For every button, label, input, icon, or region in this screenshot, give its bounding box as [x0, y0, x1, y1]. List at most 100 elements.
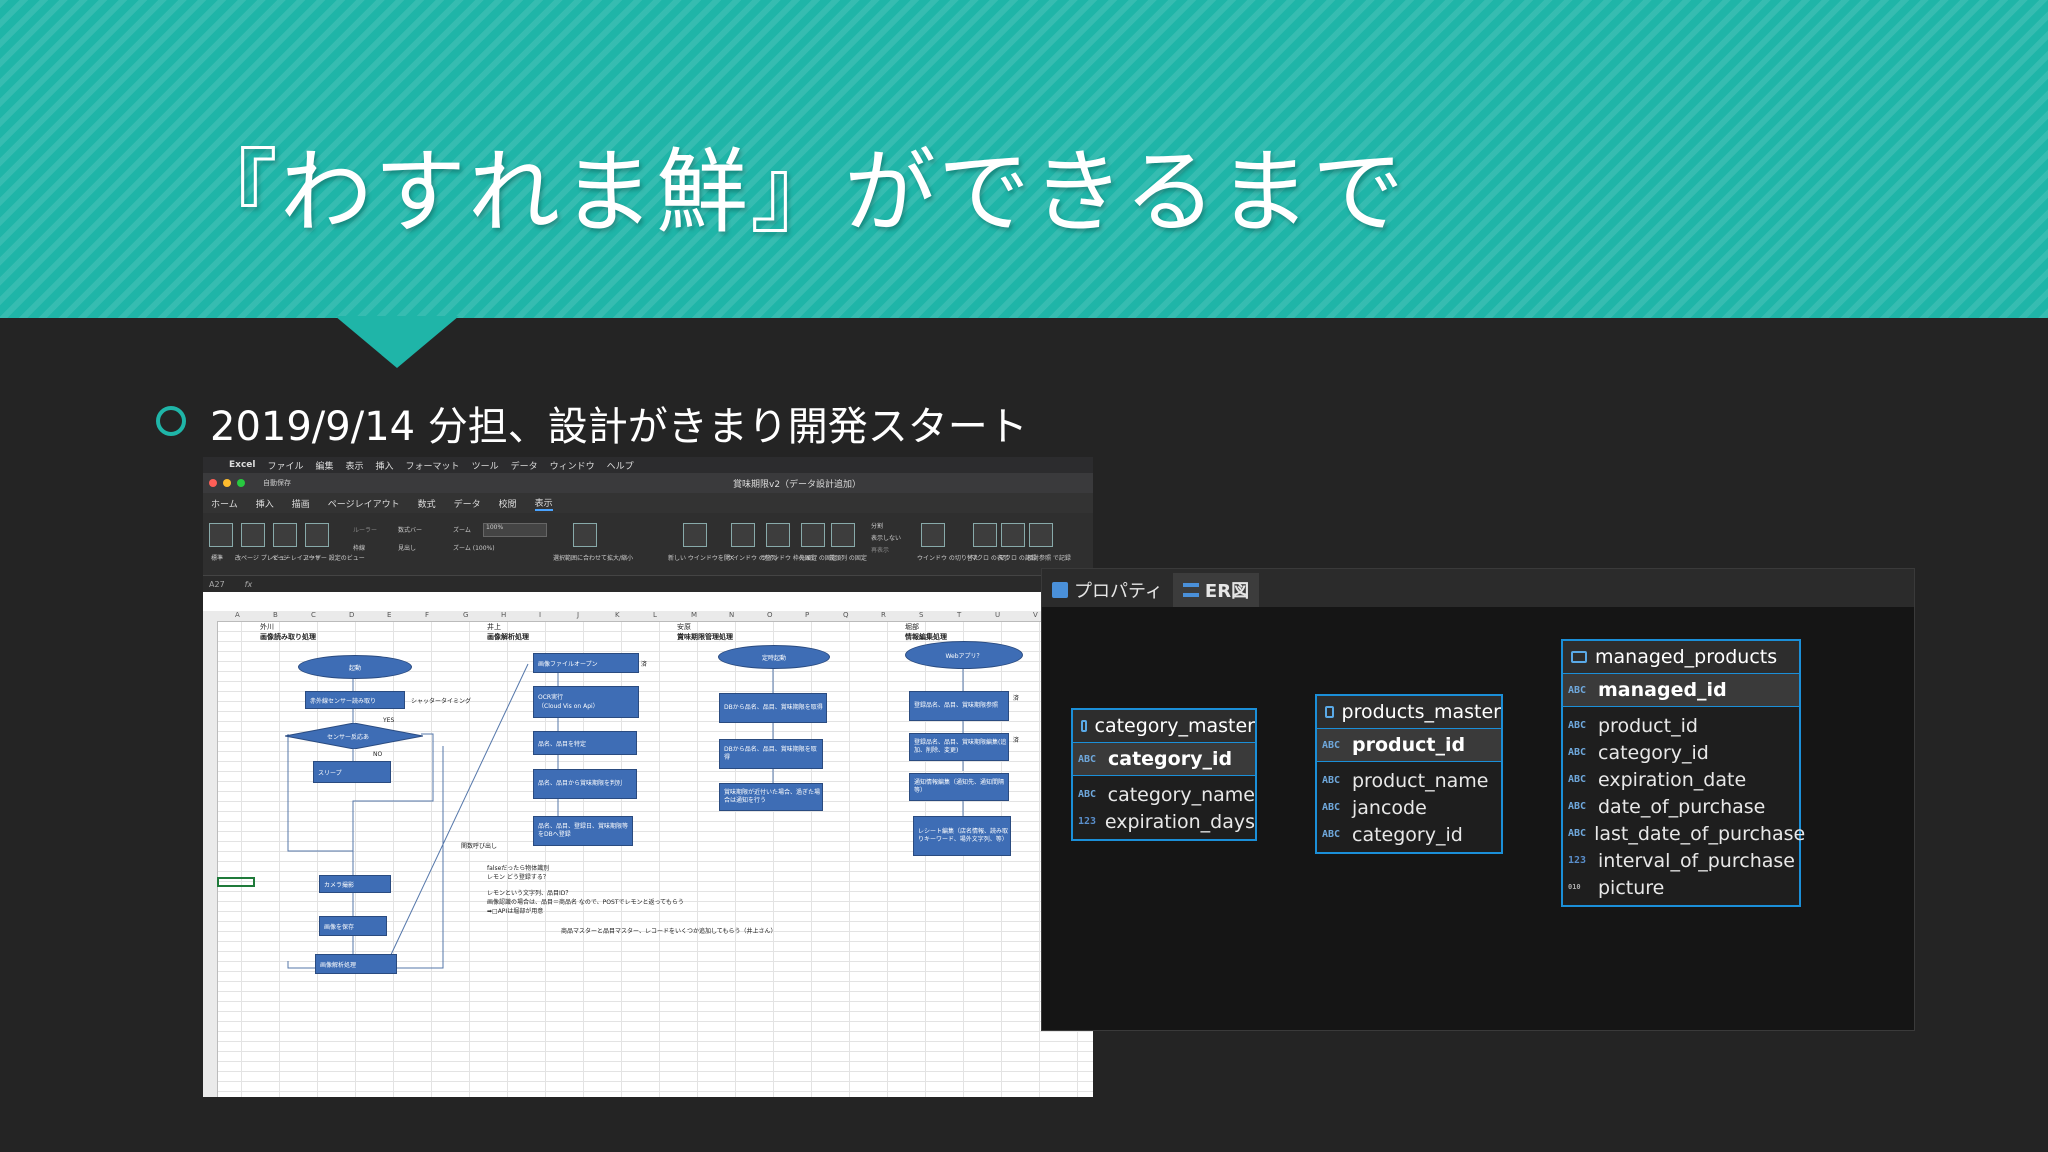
no-label: NO: [373, 751, 383, 758]
menu-window[interactable]: ウィンドウ: [550, 459, 595, 472]
er-pk-name: category_id: [1108, 748, 1233, 770]
switch-window-button[interactable]: [921, 523, 945, 547]
window-title: 賞味期限v2（データ設計追加）: [733, 480, 862, 490]
er-column-name: category_id: [1598, 741, 1709, 764]
er-column: ABC product_id: [1563, 712, 1799, 739]
table-icon: [1571, 651, 1587, 663]
text-type-icon: ABC: [1078, 753, 1097, 765]
tab-home[interactable]: ホーム: [211, 497, 238, 510]
menu-data[interactable]: データ: [511, 459, 538, 472]
hide-button[interactable]: 表示しない: [871, 533, 901, 542]
zoom-select[interactable]: 100%: [483, 523, 547, 537]
er-pk-name: managed_id: [1598, 679, 1727, 701]
normal-view-button[interactable]: [209, 523, 233, 547]
tab-draw[interactable]: 描画: [292, 497, 310, 510]
note-line: レモンという文字列、品目ID？: [487, 890, 572, 897]
name-box[interactable]: A27: [209, 580, 225, 589]
tab-er-diagram[interactable]: ER図: [1172, 573, 1260, 607]
er-table-managed-products[interactable]: managed_products ABC managed_id ABC prod…: [1561, 639, 1805, 907]
freeze-first-col-button[interactable]: [831, 523, 855, 547]
text-type-icon: ABC: [1568, 747, 1587, 758]
tab-properties[interactable]: プロパティ: [1042, 573, 1173, 607]
switch-window-label: ウインドウ の切り替え: [917, 555, 979, 562]
worksheet-grid[interactable]: ABCDEFGHIJKLMNOPQRSTUV 外川 画像読み取り処理 井上 画像…: [203, 611, 1093, 1097]
ruler-checkbox[interactable]: ルーラー: [353, 525, 377, 534]
menu-edit[interactable]: 編集: [316, 459, 334, 472]
er-column: ABC date_of_purchase: [1563, 793, 1799, 820]
flow-sleep: スリープ: [313, 761, 391, 783]
zoom-100-button[interactable]: ズーム (100%): [453, 543, 495, 552]
tab-review[interactable]: 校閲: [499, 497, 517, 510]
title-band-notch: [335, 316, 459, 368]
done-mark: 済: [1013, 695, 1020, 702]
arrange-button[interactable]: [731, 523, 755, 547]
normal-view-label: 標準: [211, 555, 224, 562]
flow-expiry: 品名、品目から賞味期限を判別: [533, 769, 637, 799]
macros-button[interactable]: [973, 523, 997, 547]
new-window-button[interactable]: [683, 523, 707, 547]
relative-ref-button[interactable]: [1029, 523, 1053, 547]
flow-timer: 定時起動: [718, 645, 830, 669]
custom-view-button[interactable]: [305, 523, 329, 547]
menu-format[interactable]: フォーマット: [406, 459, 460, 472]
tab-page-layout[interactable]: ページレイアウト: [328, 497, 400, 510]
flow-camera: カメラ撮影: [319, 875, 391, 893]
formula-bar-checkbox[interactable]: 数式バー: [398, 525, 422, 534]
record-macro-button[interactable]: [1001, 523, 1025, 547]
freeze-first-col-label: 先頭列 の固定: [829, 555, 867, 562]
split-button[interactable]: 分割: [871, 521, 883, 530]
close-button[interactable]: [209, 479, 217, 487]
zoom-selection-button[interactable]: [573, 523, 597, 547]
er-primary-key: ABC product_id: [1317, 728, 1501, 762]
minimize-button[interactable]: [223, 479, 231, 487]
er-diagram-icon: [1182, 583, 1199, 597]
menu-view[interactable]: 表示: [346, 459, 364, 472]
freeze-top-row-button[interactable]: [801, 523, 825, 547]
binary-type-icon: 010: [1568, 883, 1581, 891]
page-layout-button[interactable]: [273, 523, 297, 547]
ribbon-view: 標準 改ページ プレビュー ページ レイアウト ユーザー 設定のビュー ルーラー…: [203, 513, 1093, 576]
text-type-icon: ABC: [1322, 775, 1341, 786]
formula-bar: A27 fx: [203, 576, 1093, 592]
note-line: 画像認識の場合は、品目＝商品名 なので、POSTでレモンと返ってもらう: [487, 899, 684, 906]
tab-insert[interactable]: 挿入: [256, 497, 274, 510]
done-mark: 済: [641, 661, 648, 668]
flow-notif-edit: 通知情報編集（通知先、通知間隔等）: [909, 773, 1009, 801]
page-break-button[interactable]: [241, 523, 265, 547]
er-table-products-master[interactable]: products_master ABC product_id ABC produ…: [1315, 694, 1503, 854]
tab-data[interactable]: データ: [454, 497, 481, 510]
tab-formulas[interactable]: 数式: [418, 497, 436, 510]
note-line: falseだったら物体識別: [487, 865, 550, 872]
excel-window: Excel ファイル 編集 表示 挿入 フォーマット ツール データ ウィンドウ…: [203, 457, 1093, 1097]
unhide-button[interactable]: 再表示: [871, 545, 889, 554]
text-type-icon: ABC: [1568, 828, 1587, 839]
tab-er-diagram-label: ER図: [1204, 581, 1250, 602]
func-call-note: 関数呼び出し: [461, 843, 498, 850]
flow-edit: 登録品名、品目、賞味期限編集(追加、削除、変更): [909, 733, 1009, 761]
tab-view[interactable]: 表示: [534, 496, 553, 511]
flow-ref: 登録品名、品目、賞味期限参照: [909, 691, 1009, 721]
freeze-panes-button[interactable]: [766, 523, 790, 547]
menu-help[interactable]: ヘルプ: [607, 459, 634, 472]
menu-file[interactable]: ファイル: [267, 459, 303, 472]
er-column-name: category_name: [1107, 783, 1255, 806]
bullet-text: 2019/9/14 分担、設計がきまり開発スタート: [210, 404, 1028, 450]
menu-excel[interactable]: Excel: [229, 460, 255, 470]
maximize-button[interactable]: [237, 479, 245, 487]
selected-cell[interactable]: [217, 877, 255, 887]
er-column: ABC category_id: [1563, 739, 1799, 766]
decision-label: センサー反応あ: [327, 734, 370, 741]
er-table-category-master[interactable]: category_master ABC category_id ABC cate…: [1071, 708, 1257, 841]
menu-insert[interactable]: 挿入: [376, 459, 394, 472]
bullet-circle-icon: [156, 406, 186, 436]
headings-checkbox[interactable]: 見出し: [398, 543, 416, 552]
gridlines-checkbox[interactable]: 枠線: [353, 543, 365, 552]
new-window-label: 新しい ウインドウを開く: [668, 555, 736, 562]
menu-tools[interactable]: ツール: [472, 459, 499, 472]
er-table-name: category_master: [1094, 715, 1255, 737]
er-table-header: products_master: [1317, 696, 1501, 728]
text-type-icon: ABC: [1322, 802, 1341, 813]
er-pk-name: product_id: [1352, 734, 1466, 756]
text-type-icon: ABC: [1078, 789, 1097, 800]
ribbon-tabs: ホーム 挿入 描画 ページレイアウト 数式 データ 校閲 表示: [203, 493, 1093, 513]
